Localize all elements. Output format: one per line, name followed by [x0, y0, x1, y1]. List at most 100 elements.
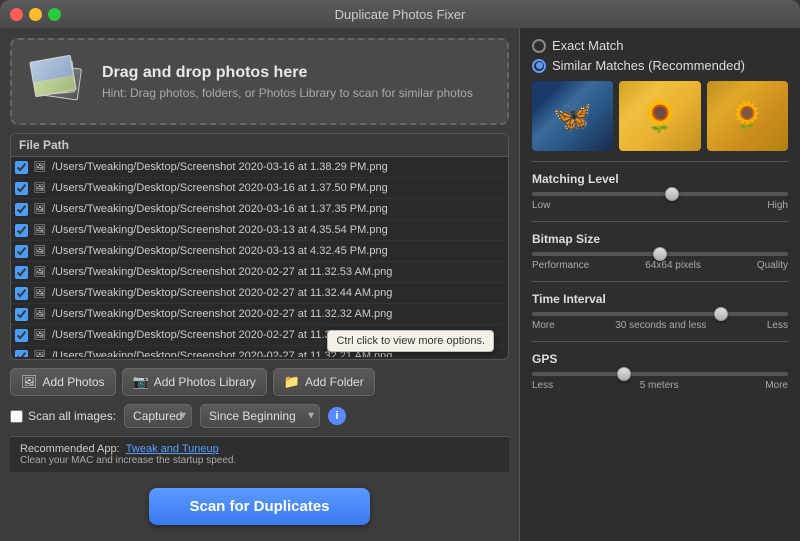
file-item[interactable]: 🖼/Users/Tweaking/Desktop/Screenshot 2020… [11, 199, 508, 220]
file-item[interactable]: 🖼 /Users/Tweaking/Desktop/Screenshot 2020… [11, 262, 508, 283]
window-controls[interactable] [10, 8, 61, 21]
add-photos-library-icon: 📷 [133, 374, 149, 390]
matching-level-low: Low [532, 200, 550, 211]
add-folder-icon: 📁 [284, 374, 300, 390]
scan-all-images-label[interactable]: Scan all images: [10, 409, 116, 423]
minimize-button[interactable] [29, 8, 42, 21]
time-interval-slider[interactable] [532, 312, 788, 316]
time-interval-label: Time Interval [532, 292, 788, 306]
file-type-icon: 🖼 [32, 264, 48, 280]
exact-match-radio[interactable] [532, 39, 546, 53]
bitmap-size-high: Quality [757, 260, 788, 271]
time-interval-range-labels: More 30 seconds and less Less [532, 320, 788, 331]
scan-options: Scan all images: Captured Modified Added… [10, 404, 509, 428]
file-checkbox[interactable] [15, 224, 28, 237]
close-button[interactable] [10, 8, 23, 21]
file-item[interactable]: 🖼/Users/Tweaking/Desktop/Screenshot 2020… [11, 241, 508, 262]
file-path-text: /Users/Tweaking/Desktop/Screenshot 2020-… [52, 224, 504, 236]
divider-1 [532, 161, 788, 162]
since-dropdown[interactable]: Since Beginning Last Week Last Month Las… [200, 404, 320, 428]
drop-zone-heading: Drag and drop photos here [102, 64, 473, 82]
gps-slider[interactable] [532, 372, 788, 376]
bitmap-size-center: 64x64 pixels [645, 260, 701, 271]
footer-app-link[interactable]: Tweak and Tuneup [126, 443, 219, 455]
captured-dropdown[interactable]: Captured Modified Added [124, 404, 192, 428]
captured-dropdown-wrapper[interactable]: Captured Modified Added ▼ [124, 404, 192, 428]
file-path-text: /Users/Tweaking/Desktop/Screenshot 2020-… [52, 287, 504, 299]
file-type-icon: 🖼 [32, 348, 48, 357]
right-panel: Exact Match Similar Matches (Recommended… [519, 28, 800, 541]
file-path-text: /Users/Tweaking/Desktop/Screenshot 2020-… [52, 266, 504, 278]
footer: Recommended App: Tweak and Tuneup Clean … [10, 436, 509, 472]
sample-image-sunflower-1 [619, 81, 700, 151]
file-item[interactable]: 🖼 /Users/Tweaking/Desktop/Screenshot 2020… [11, 304, 508, 325]
file-checkbox[interactable] [15, 266, 28, 279]
file-checkbox[interactable] [15, 182, 28, 195]
main-content: Drag and drop photos here Hint: Drag pho… [0, 28, 800, 541]
matching-level-label: Matching Level [532, 172, 788, 186]
scan-for-duplicates-button[interactable]: Scan for Duplicates [149, 488, 369, 525]
matching-level-range-labels: Low High [532, 200, 788, 211]
add-photos-button[interactable]: 🖼 Add Photos [10, 368, 116, 396]
file-type-icon: 🖼 [32, 180, 48, 196]
file-item[interactable]: 🖼/Users/Tweaking/Desktop/Screenshot 2020… [11, 157, 508, 178]
bitmap-size-low: Performance [532, 260, 589, 271]
time-interval-high: Less [767, 320, 788, 331]
file-type-icon: 🖼 [32, 285, 48, 301]
drop-zone[interactable]: Drag and drop photos here Hint: Drag pho… [10, 38, 509, 125]
bitmap-size-slider[interactable] [532, 252, 788, 256]
file-type-icon: 🖼 [32, 159, 48, 175]
context-menu-tooltip: Ctrl click to view more options. [327, 330, 494, 352]
add-photos-label: Add Photos [43, 375, 105, 389]
gps-section: GPS Less 5 meters More [532, 352, 788, 391]
time-interval-section: Time Interval More 30 seconds and less L… [532, 292, 788, 331]
since-dropdown-wrapper[interactable]: Since Beginning Last Week Last Month Las… [200, 404, 320, 428]
title-bar: Duplicate Photos Fixer [0, 0, 800, 28]
file-checkbox[interactable] [15, 329, 28, 342]
gps-range-labels: Less 5 meters More [532, 380, 788, 391]
file-type-icon: 🖼 [32, 327, 48, 343]
matching-level-high: High [767, 200, 788, 211]
file-type-icon: 🖼 [32, 306, 48, 322]
divider-4 [532, 341, 788, 342]
gps-label: GPS [532, 352, 788, 366]
sample-image-sunflower-2 [707, 81, 788, 151]
file-item[interactable]: 🖼/Users/Tweaking/Desktop/Screenshot 2020… [11, 178, 508, 199]
add-folder-button[interactable]: 📁 Add Folder [273, 368, 375, 396]
action-buttons: 🖼 Add Photos 📷 Add Photos Library 📁 Add … [10, 368, 509, 396]
footer-recommended: Recommended App: Tweak and Tuneup [20, 443, 499, 455]
add-photos-icon: 🖼 [21, 374, 38, 390]
file-item[interactable]: 🖼/Users/Tweaking/Desktop/Screenshot 2020… [11, 346, 508, 357]
gps-low: Less [532, 380, 553, 391]
add-photos-library-button[interactable]: 📷 Add Photos Library [122, 368, 267, 396]
file-checkbox[interactable] [15, 203, 28, 216]
divider-3 [532, 281, 788, 282]
file-checkbox[interactable] [15, 287, 28, 300]
match-type-section: Exact Match Similar Matches (Recommended… [532, 38, 788, 73]
matching-level-slider[interactable] [532, 192, 788, 196]
file-list[interactable]: 🖼 /Users/Tweaking/Desktop/Screenshot 2020… [11, 157, 508, 357]
bitmap-size-label: Bitmap Size [532, 232, 788, 246]
file-item[interactable]: 🖼/Users/Tweaking/Desktop/Screenshot 2020… [11, 220, 508, 241]
time-interval-low: More [532, 320, 555, 331]
file-item[interactable]: 🖼 /Users/Tweaking/Desktop/Screenshot 2020… [11, 283, 508, 304]
drop-zone-hint: Hint: Drag photos, folders, or Photos Li… [102, 86, 473, 100]
file-path-text: /Users/Tweaking/Desktop/Screenshot 2020-… [52, 308, 504, 320]
divider-2 [532, 221, 788, 222]
file-checkbox[interactable] [15, 245, 28, 258]
info-button[interactable]: i [328, 407, 346, 425]
similar-match-option[interactable]: Similar Matches (Recommended) [532, 58, 788, 73]
file-checkbox[interactable] [15, 308, 28, 321]
matching-level-section: Matching Level Low High [532, 172, 788, 211]
drop-zone-text: Drag and drop photos here Hint: Drag pho… [102, 64, 473, 100]
scan-all-images-checkbox[interactable] [10, 410, 23, 423]
exact-match-option[interactable]: Exact Match [532, 38, 788, 53]
similar-match-radio[interactable] [532, 59, 546, 73]
similar-match-label: Similar Matches (Recommended) [552, 58, 745, 73]
time-interval-center: 30 seconds and less [615, 320, 706, 331]
maximize-button[interactable] [48, 8, 61, 21]
file-checkbox[interactable] [15, 350, 28, 358]
left-panel: Drag and drop photos here Hint: Drag pho… [0, 28, 519, 541]
file-list-header: File Path [11, 134, 508, 157]
file-checkbox[interactable] [15, 161, 28, 174]
